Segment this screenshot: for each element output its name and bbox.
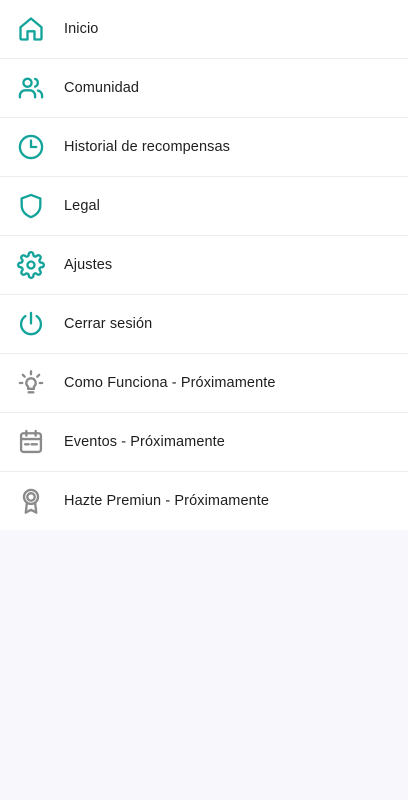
menu-item-hazte-premiun[interactable]: Hazte Premiun - Próximamente bbox=[0, 472, 408, 530]
menu-item-cerrar-sesion[interactable]: Cerrar sesión bbox=[0, 295, 408, 354]
menu-item-label: Cerrar sesión bbox=[64, 316, 153, 332]
gear-icon bbox=[17, 251, 45, 279]
menu-item-label: Comunidad bbox=[64, 80, 140, 96]
menu-item-label: Hazte Premiun - Próximamente bbox=[64, 493, 270, 509]
menu-item-label: Historial de recompensas bbox=[64, 139, 230, 155]
menu-item-legal[interactable]: Legal bbox=[0, 177, 408, 236]
menu-item-ajustes[interactable]: Ajustes bbox=[0, 236, 408, 295]
menu-item-label: Inicio bbox=[64, 21, 99, 37]
menu-item-label: Eventos - Próximamente bbox=[64, 434, 225, 450]
home-icon bbox=[17, 15, 45, 43]
menu-item-comunidad[interactable]: Comunidad bbox=[0, 59, 408, 118]
shield-icon bbox=[17, 192, 45, 220]
menu-item-inicio[interactable]: Inicio bbox=[0, 0, 408, 59]
lightbulb-icon bbox=[17, 369, 45, 397]
power-icon bbox=[17, 310, 45, 338]
menu-item-label: Legal bbox=[64, 198, 100, 214]
menu-item-como-funciona[interactable]: Como Funciona - Próximamente bbox=[0, 354, 408, 413]
clock-icon bbox=[17, 133, 45, 161]
navigation-menu: Inicio Comunidad Historial de recompensa… bbox=[0, 0, 408, 530]
menu-item-historial-de-recompensas[interactable]: Historial de recompensas bbox=[0, 118, 408, 177]
calendar-icon bbox=[17, 428, 45, 456]
menu-item-eventos[interactable]: Eventos - Próximamente bbox=[0, 413, 408, 472]
award-icon bbox=[17, 487, 45, 515]
menu-item-label: Ajustes bbox=[64, 257, 113, 273]
users-icon bbox=[17, 74, 45, 102]
menu-item-label: Como Funciona - Próximamente bbox=[64, 375, 276, 391]
